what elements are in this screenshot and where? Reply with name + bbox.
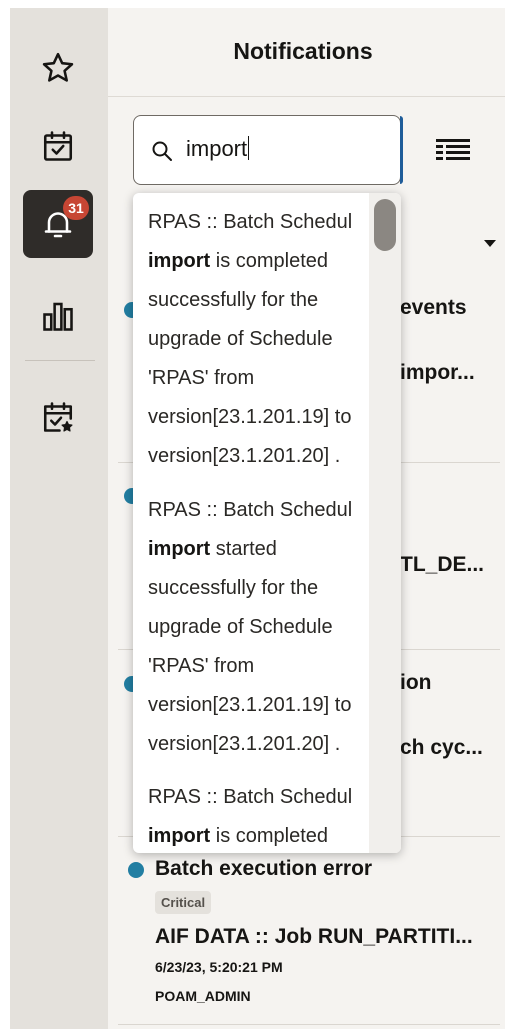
scrollbar-thumb[interactable]	[374, 199, 396, 251]
favorites-button[interactable]	[23, 34, 93, 102]
rail-divider	[25, 360, 95, 361]
notification-summary: ch cyc...	[400, 736, 483, 759]
list-divider	[118, 1024, 500, 1025]
page-title: Notifications	[233, 38, 373, 64]
suggestion-item[interactable]: RPAS :: Batch Schedul import is complete…	[148, 778, 378, 853]
calendar-check-icon	[43, 131, 73, 161]
suggestion-item[interactable]: RPAS :: Batch Schedul import is complete…	[148, 203, 378, 476]
search-suggestions-dropdown: RPAS :: Batch Schedul import is complete…	[133, 193, 401, 853]
notification-count-badge: 31	[63, 196, 89, 220]
tasks-button[interactable]	[23, 112, 93, 180]
app-frame: 31 Notifications import events impor... …	[10, 8, 505, 1029]
notifications-panel: Notifications import events impor... TL_…	[108, 8, 505, 1029]
scrollbar[interactable]	[369, 193, 401, 853]
notification-title: ion	[400, 671, 432, 694]
list-item[interactable]: Batch execution error Critical AIF DATA …	[108, 853, 505, 1023]
chevron-down-icon[interactable]	[484, 240, 496, 247]
reports-button[interactable]	[23, 282, 93, 350]
search-icon	[152, 141, 172, 161]
severity-badge: Critical	[155, 891, 212, 914]
notification-user: POAM_ADMIN	[155, 988, 251, 1004]
bar-chart-icon	[43, 302, 73, 331]
search-input-value: import	[186, 136, 250, 161]
notification-title: events	[400, 296, 467, 319]
scheduled-tasks-button[interactable]	[23, 383, 93, 451]
notifications-button[interactable]: 31	[23, 190, 93, 258]
notification-summary: TL_DE...	[400, 553, 485, 576]
calendar-star-icon	[43, 402, 73, 432]
header-divider	[108, 96, 505, 97]
list-view-icon[interactable]	[436, 137, 470, 165]
left-rail: 31	[10, 8, 108, 1029]
unread-dot	[128, 862, 144, 878]
suggestion-item[interactable]: RPAS :: Batch Schedul import started suc…	[148, 491, 378, 764]
star-icon	[42, 52, 74, 82]
notification-title: Batch execution error	[155, 857, 373, 880]
search-input[interactable]: import	[133, 115, 403, 185]
notification-summary: impor...	[400, 361, 475, 384]
notification-timestamp: 6/23/23, 5:20:21 PM	[155, 959, 283, 975]
notification-summary: AIF DATA :: Job RUN_PARTITI...	[155, 925, 473, 948]
